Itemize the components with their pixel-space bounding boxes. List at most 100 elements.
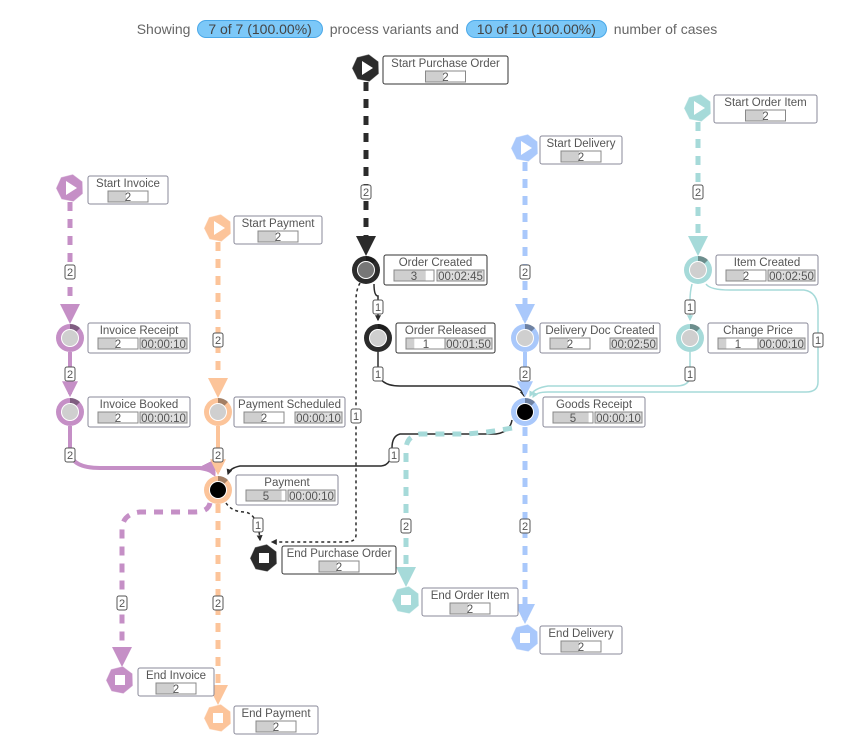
count-bar-fill	[718, 338, 727, 349]
edge-frequency-label: 1	[353, 411, 359, 423]
node-ei[interactable]: End Invoice 2	[105, 665, 215, 697]
node-duration: 00:00:10	[759, 339, 804, 351]
node-pay[interactable]: Payment 5 00:00:10	[204, 474, 339, 506]
node-oc[interactable]: Order Created 3 00:02:45	[352, 254, 488, 286]
node-spo[interactable]: Start Purchase Order 2	[351, 53, 509, 85]
stop-icon	[520, 633, 530, 643]
node-count: 2	[762, 111, 768, 123]
edge-pay-ei[interactable]: 2	[112, 502, 213, 667]
node-duration: 00:00:10	[596, 413, 641, 425]
activity-core	[210, 404, 226, 420]
node-gr[interactable]: Goods Receipt 5 00:00:10	[511, 396, 646, 428]
edge-cp-gr[interactable]: 1	[529, 352, 696, 398]
edge-ib-pay[interactable]: 2	[64, 426, 216, 477]
node-count: 2	[125, 192, 131, 204]
node-sd[interactable]: Start Delivery 2	[510, 133, 623, 165]
edge-frequency-label: 2	[67, 450, 73, 462]
node-count: 5	[263, 491, 269, 503]
node-duration: 00:00:10	[141, 339, 186, 351]
count-bar-fill	[98, 338, 117, 349]
edge-pay-epo[interactable]: 1	[225, 502, 264, 542]
count-bar-fill	[319, 561, 338, 572]
edge-line[interactable]	[226, 419, 513, 476]
edge-ir-ib[interactable]: 2	[62, 352, 78, 398]
edge-gr-eoi[interactable]: 2	[396, 425, 513, 587]
node-ddc[interactable]: Delivery Doc Created 2 00:02:50	[511, 322, 661, 354]
edge-spo-oc[interactable]: 2	[356, 82, 376, 256]
edge-oc-or[interactable]: 1	[372, 283, 384, 322]
edge-frequency-label: 2	[522, 267, 528, 279]
edge-soi-ic[interactable]: 2	[688, 122, 708, 256]
node-count: 2	[115, 339, 121, 351]
node-label: Goods Receipt	[556, 399, 633, 411]
node-sp[interactable]: Start Payment 2	[203, 213, 323, 245]
node-duration: 00:00:10	[289, 491, 334, 503]
node-count: 2	[115, 413, 121, 425]
edge-ddc-gr[interactable]: 2	[517, 352, 533, 398]
edge-frequency-label: 2	[522, 369, 528, 381]
node-si[interactable]: Start Invoice 2	[55, 173, 169, 205]
process-graph[interactable]: 2 1 1 1 1 1 2 2 2 2 1 1 1 2 2 2 2 2 2 2 2 Start Purchase Ord…	[0, 0, 854, 753]
node-ep[interactable]: End Payment 2	[203, 703, 319, 735]
node-count: 2	[442, 72, 448, 84]
edge-gr-pay[interactable]: 1	[226, 419, 513, 476]
count-bar-fill	[406, 338, 415, 349]
edge-sd-ddc[interactable]: 2	[515, 162, 535, 324]
count-bar-fill	[98, 412, 117, 423]
edge-line[interactable]	[68, 426, 216, 477]
node-count: 1	[735, 339, 741, 351]
edge-ic-cp[interactable]: 1	[684, 283, 696, 322]
edge-frequency-label: 1	[815, 335, 821, 347]
edge-gr-ed[interactable]: 2	[515, 427, 535, 624]
activity-core	[690, 262, 706, 278]
node-ic[interactable]: Item Created 2 00:02:50	[684, 254, 819, 286]
node-duration: 00:02:50	[611, 339, 656, 351]
node-count: 2	[578, 152, 584, 164]
edge-frequency-label: 2	[67, 267, 73, 279]
edge-si-ir[interactable]: 2	[60, 202, 80, 324]
activity-core	[517, 404, 533, 420]
stop-icon	[115, 675, 125, 685]
node-soi[interactable]: Start Order Item 2	[683, 93, 818, 124]
edge-sp-ps[interactable]: 2	[208, 242, 228, 398]
node-ps[interactable]: Payment Scheduled 2 00:00:10	[204, 396, 346, 428]
edge-frequency-label: 1	[375, 369, 381, 381]
stop-icon	[259, 553, 269, 563]
count-bar-fill	[746, 110, 764, 121]
count-bar-fill	[244, 412, 263, 423]
node-eoi[interactable]: End Order Item 2	[391, 585, 519, 617]
node-cp[interactable]: Change Price 1 00:00:10	[676, 322, 809, 354]
node-ir[interactable]: Invoice Receipt 2 00:00:10	[56, 322, 191, 354]
edge-line[interactable]	[112, 502, 213, 667]
node-epo[interactable]: End Purchase Order 2	[249, 543, 397, 575]
node-count: 2	[261, 413, 267, 425]
edge-frequency-label: 2	[363, 187, 369, 199]
node-count: 2	[275, 232, 281, 244]
node-label: End Order Item	[431, 590, 510, 602]
node-label: End Invoice	[146, 670, 206, 682]
node-duration: 00:00:10	[296, 413, 341, 425]
activity-core	[62, 330, 78, 346]
node-label: Payment Scheduled	[238, 399, 341, 411]
node-count: 2	[336, 562, 342, 574]
node-or[interactable]: Order Released 1 00:01:50	[364, 322, 496, 354]
activity-core	[517, 330, 533, 346]
edge-line[interactable]	[529, 352, 691, 398]
node-count: 2	[743, 271, 749, 283]
edge-line[interactable]	[377, 352, 526, 398]
edge-or-gr[interactable]: 1	[372, 352, 526, 398]
edge-frequency-label: 2	[215, 335, 221, 347]
edge-frequency-label: 2	[403, 521, 409, 533]
count-bar-fill	[156, 683, 175, 694]
node-label: End Delivery	[548, 628, 613, 640]
edge-ps-pay[interactable]: 2	[210, 426, 226, 476]
node-label: Start Payment	[242, 218, 316, 230]
edge-frequency-label: 1	[375, 302, 381, 314]
node-ib[interactable]: Invoice Booked 2 00:00:10	[56, 396, 191, 428]
node-ed[interactable]: End Delivery 2	[510, 623, 623, 655]
edge-line[interactable]	[396, 425, 513, 587]
edge-frequency-label: 2	[695, 187, 701, 199]
node-count: 5	[570, 413, 576, 425]
node-label: Start Invoice	[96, 178, 160, 190]
node-label: End Payment	[241, 708, 311, 720]
